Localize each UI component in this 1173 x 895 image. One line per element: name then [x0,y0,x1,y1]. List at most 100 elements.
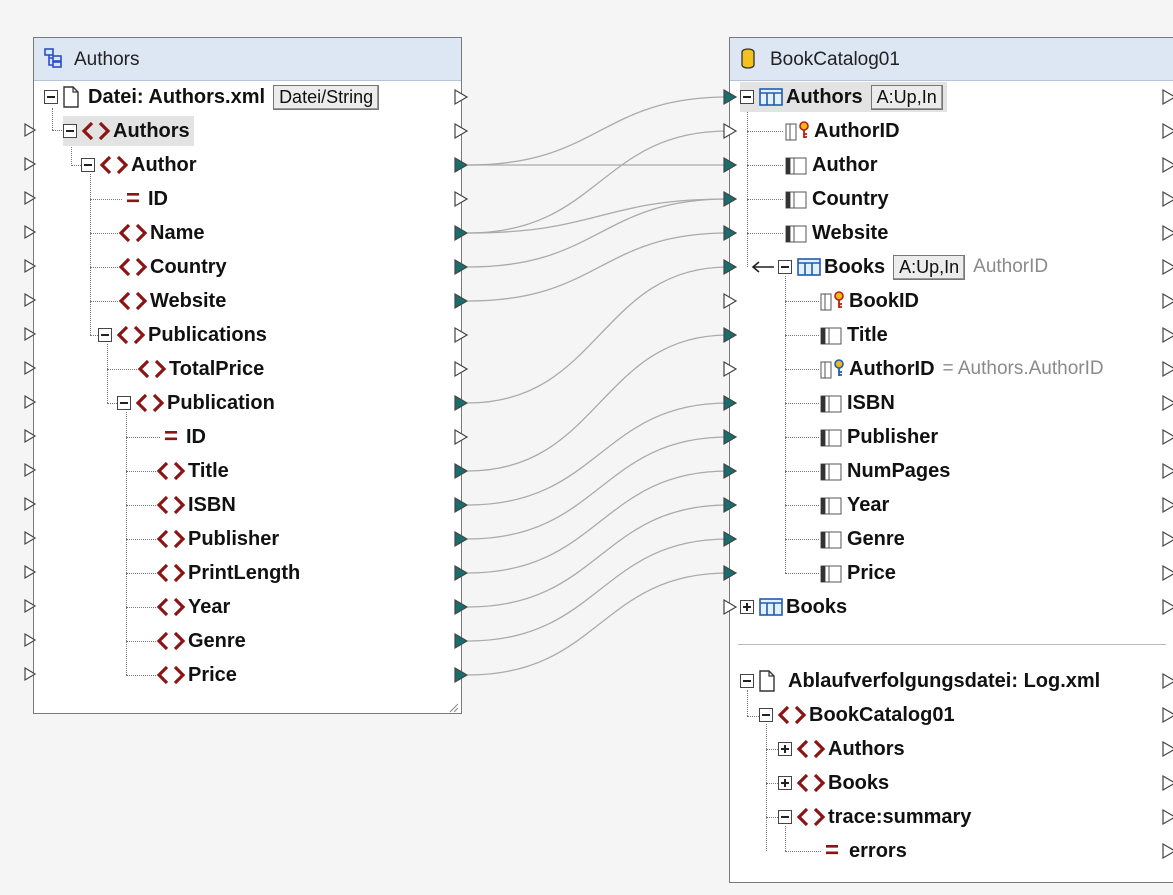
relation-key: AuthorID [973,256,1049,277]
primary-key-icon [820,291,844,311]
node-label: BookCatalog01 [809,703,955,726]
collapse-toggle[interactable] [98,328,112,342]
foreign-key-icon [820,359,844,379]
collapse-toggle[interactable] [63,124,77,138]
target-col-numpages[interactable]: NumPages [819,456,950,486]
source-node-year[interactable]: Year [156,592,230,622]
column-label: Price [847,561,896,584]
source-file-row[interactable]: Datei: Authors.xml Datei/String [44,82,380,112]
source-node-publication-id[interactable]: = ID [160,422,206,452]
node-label: Publications [148,323,267,346]
collapse-toggle[interactable] [778,260,792,274]
element-icon [137,359,167,379]
target-col-price[interactable]: Price [819,558,896,588]
collapse-toggle[interactable] [740,674,754,688]
file-string-button[interactable]: Datei/String [273,84,380,110]
element-icon [156,461,186,481]
expand-toggle[interactable] [778,776,792,790]
target-input-connectors[interactable] [722,84,740,624]
expand-toggle[interactable] [740,600,754,614]
source-input-connectors[interactable] [24,118,38,688]
column-expression: = Authors.AuthorID [942,358,1104,379]
target-col-publisher[interactable]: Publisher [819,422,938,452]
table-icon [759,88,783,106]
log-node-authors[interactable]: Authors [778,734,905,764]
source-node-publication[interactable]: Publication [117,388,275,418]
element-icon [796,773,826,793]
log-node-trace-summary[interactable]: trace:summary [778,802,971,832]
source-node-name[interactable]: Name [118,218,204,248]
log-node-errors[interactable]: = errors [821,836,907,866]
target-col-isbn[interactable]: ISBN [819,388,895,418]
source-node-author[interactable]: Author [81,150,197,180]
source-title-bar[interactable]: Authors [34,38,461,81]
element-icon [99,155,129,175]
source-node-publisher[interactable]: Publisher [156,524,279,554]
node-label: TotalPrice [169,357,265,380]
source-node-country[interactable]: Country [118,252,227,282]
source-title: Authors [74,49,140,70]
source-node-isbn[interactable]: ISBN [156,490,236,520]
source-node-price[interactable]: Price [156,660,237,690]
column-label: Website [812,221,889,244]
element-icon [156,597,186,617]
source-node-authors[interactable]: Authors [63,116,194,146]
node-label: Books [828,771,890,794]
node-label: Publisher [188,527,280,550]
collapse-toggle[interactable] [44,90,58,104]
target-col-authorid[interactable]: AuthorID [784,116,900,146]
log-node-bookcatalog[interactable]: BookCatalog01 [759,700,955,730]
expand-toggle[interactable] [778,742,792,756]
document-icon [63,86,79,108]
source-output-connectors[interactable] [454,84,470,690]
element-icon [118,257,148,277]
log-node-books[interactable]: Books [778,768,889,798]
source-node-totalprice[interactable]: TotalPrice [137,354,264,384]
source-node-genre[interactable]: Genre [156,626,246,656]
target-table-authors[interactable]: Authors A:Up,In [740,82,947,112]
collapse-toggle[interactable] [740,90,754,104]
element-icon [156,631,186,651]
collapse-toggle[interactable] [81,158,95,172]
resize-grip-icon[interactable] [448,702,460,714]
source-node-printlength[interactable]: PrintLength [156,558,300,588]
target-output-connectors[interactable] [1162,84,1173,874]
target-col-bookid[interactable]: BookID [819,286,919,316]
log-file-label: Ablaufverfolgungsdatei: Log.xml [788,669,1101,692]
target-col-genre[interactable]: Genre [819,524,905,554]
node-label: Year [188,595,231,618]
table-action-button[interactable]: A:Up,In [893,254,966,280]
target-col-books-authorid[interactable]: AuthorID = Authors.AuthorID [819,354,1104,384]
column-label: AuthorID [814,119,900,142]
target-col-website[interactable]: Website [784,218,888,248]
target-title-bar[interactable]: BookCatalog01 [730,38,1173,81]
log-file-row[interactable]: Ablaufverfolgungsdatei: Log.xml [740,666,1100,696]
target-table-books[interactable]: Books A:Up,In AuthorID [778,252,1048,282]
attribute-icon: = [163,423,178,450]
table-action-button[interactable]: A:Up,In [870,84,943,110]
collapse-toggle[interactable] [759,708,773,722]
column-icon [820,565,842,583]
element-icon [156,563,186,583]
collapse-toggle[interactable] [778,810,792,824]
source-node-title[interactable]: Title [156,456,229,486]
node-label: PrintLength [188,561,301,584]
column-label: Author [812,153,878,176]
target-col-year[interactable]: Year [819,490,889,520]
target-col-title[interactable]: Title [819,320,888,350]
database-icon [741,48,755,69]
source-node-publications[interactable]: Publications [98,320,267,350]
attribute-icon: = [125,185,140,212]
node-label: Genre [188,629,246,652]
target-col-author[interactable]: Author [784,150,878,180]
element-icon [116,325,146,345]
collapse-toggle[interactable] [117,396,131,410]
table-label: Authors [786,85,863,108]
target-table-books-root[interactable]: Books [740,592,847,622]
target-col-country[interactable]: Country [784,184,889,214]
column-label: NumPages [847,459,951,482]
source-node-website[interactable]: Website [118,286,226,316]
node-label: ISBN [188,493,236,516]
source-node-author-id[interactable]: = ID [122,184,168,214]
column-label: Title [847,323,888,346]
